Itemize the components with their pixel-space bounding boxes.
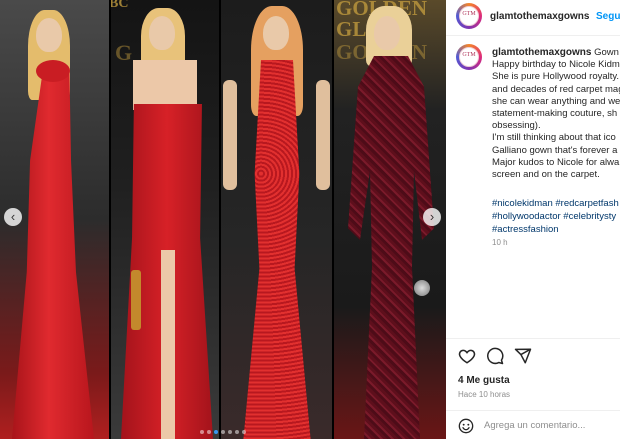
avatar[interactable]: GTM (456, 44, 482, 70)
caption-line: She is pure Hollywood royalty. (492, 71, 620, 83)
leg (161, 250, 175, 439)
post-media-carousel[interactable]: BC G GOLDEN GLOBE GOLDEN ‹ (0, 0, 446, 439)
caption-timestamp: 10 h (492, 238, 508, 247)
tassel-clutch (131, 270, 141, 330)
carousel-dot (221, 430, 225, 434)
post-sidebar: GTM glamtothemaxgowns Segui GTM glamtoth… (446, 0, 620, 439)
red-lace-gown (243, 60, 311, 439)
chevron-right-icon[interactable]: › (423, 208, 441, 226)
avatar-monogram: GTM (462, 11, 476, 17)
face (36, 18, 62, 52)
photo-panel-3 (221, 0, 332, 439)
avatar-monogram: GTM (462, 52, 476, 58)
caption-username[interactable]: glamtothemaxgowns (492, 47, 591, 58)
caption-line: I'm still thinking about that ico (492, 132, 616, 144)
carousel-dot (242, 430, 246, 434)
hashtags: #nicolekidman #redcarpetfash #hollywooda… (492, 197, 620, 236)
carousel-dot (207, 430, 211, 434)
action-bar (446, 338, 620, 365)
backdrop-text: BC (111, 0, 129, 11)
hashtag-link[interactable]: #nicolekidman #redcarpetfash (492, 197, 620, 210)
caption-line: Major kudos to Nicole for alwa (492, 156, 620, 168)
caption-line: screen and on the carpet. (492, 169, 600, 181)
carousel-dot-active (214, 430, 218, 434)
disco-ball (414, 280, 430, 296)
gown-bow (36, 60, 70, 82)
share-icon[interactable] (514, 347, 532, 365)
follow-button[interactable]: Segui (596, 11, 620, 22)
header-username[interactable]: glamtothemaxgowns (490, 11, 589, 22)
caption-line: and decades of red carpet mag (492, 83, 620, 95)
instagram-post: BC G GOLDEN GLOBE GOLDEN ‹ (0, 0, 620, 439)
shoulders (133, 60, 197, 110)
post-timestamp: Hace 10 horas (458, 390, 511, 399)
carousel-indicator (200, 430, 246, 434)
backdrop-text: G (115, 40, 133, 65)
carousel-dot (235, 430, 239, 434)
emoji-icon[interactable] (458, 418, 474, 434)
caption-line: Galliano gown that's forever a (492, 144, 618, 156)
heart-icon[interactable] (458, 347, 476, 365)
comment-input[interactable] (484, 417, 618, 433)
carousel-dot (200, 430, 204, 434)
hashtag-link[interactable]: #actressfashion (492, 223, 620, 236)
burgundy-sequin-gown (348, 56, 434, 439)
arm (316, 80, 330, 190)
post-header: GTM glamtothemaxgowns Segui (446, 0, 620, 36)
chevron-left-icon[interactable]: ‹ (4, 208, 22, 226)
photo-panel-2: BC G (111, 0, 219, 439)
face (149, 16, 175, 50)
comment-bar (446, 410, 620, 440)
caption-line: Happy birthday to Nicole Kidm (492, 59, 620, 71)
red-gown (12, 68, 94, 439)
face (263, 16, 289, 50)
like-count[interactable]: 4 Me gusta (458, 375, 510, 386)
avatar[interactable]: GTM (456, 3, 482, 29)
arm (223, 80, 237, 190)
caption-line: she can wear anything and we (492, 95, 620, 107)
caption-line: obsessing). (492, 120, 541, 132)
post-caption: glamtothemaxgowns Gown St Happy birthday… (492, 47, 620, 181)
caption-line: Gown St (594, 47, 620, 58)
hashtag-link[interactable]: #hollywoodactor #celebritysty (492, 210, 620, 223)
comment-icon[interactable] (486, 347, 504, 365)
caption-line: statement-making couture, sh (492, 108, 618, 120)
carousel-dot (228, 430, 232, 434)
face (374, 16, 400, 50)
